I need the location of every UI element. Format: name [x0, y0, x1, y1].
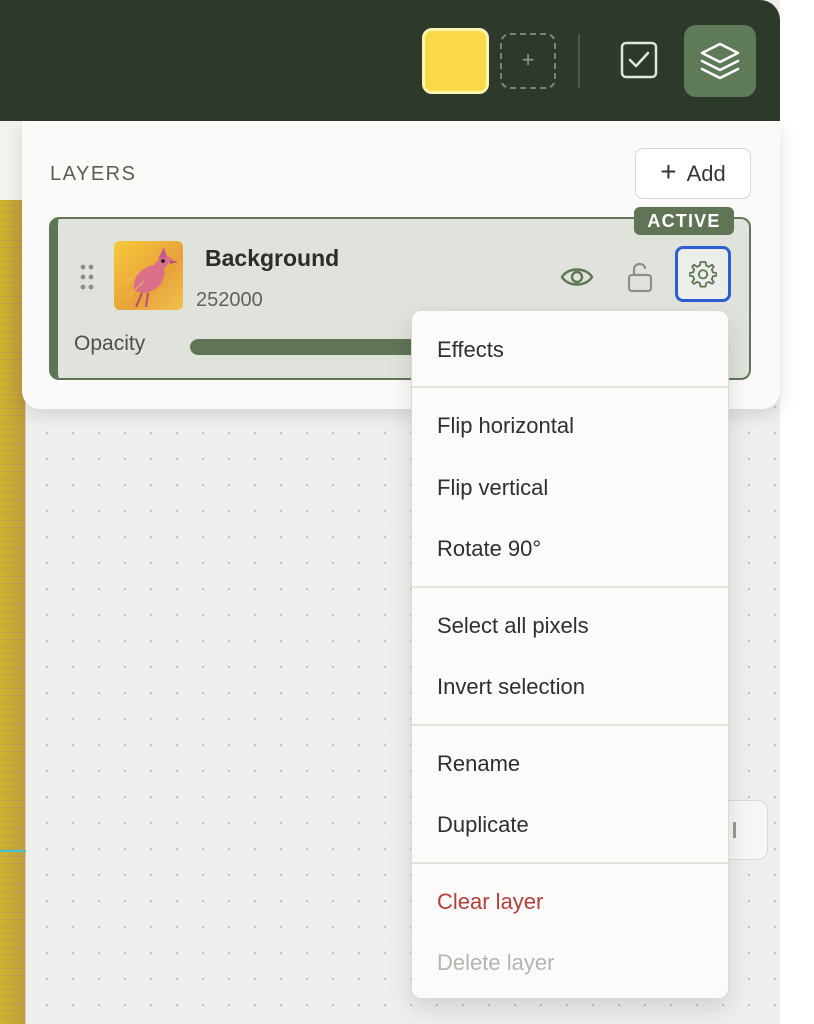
widget-handle-icon [733, 822, 736, 838]
add-layer-label: Add [686, 160, 726, 186]
eye-icon[interactable] [560, 263, 594, 291]
layer-context-menu: Effects Flip horizontal Flip vertical Ro… [411, 310, 729, 999]
menu-item-delete-layer: Delete layer [437, 950, 555, 975]
toolbar-divider [578, 34, 580, 88]
plus-icon: + [660, 156, 677, 187]
menu-item-rotate[interactable]: Rotate 90° [437, 536, 541, 562]
opacity-label: Opacity [74, 332, 146, 355]
check-square-icon [620, 41, 658, 79]
menu-item-flip-horizontal[interactable]: Flip horizontal [437, 413, 574, 439]
menu-separator [412, 862, 728, 864]
layers-icon [700, 42, 740, 80]
menu-item-flip-vertical[interactable]: Flip vertical [437, 475, 548, 501]
menu-item-rename[interactable]: Rename [437, 751, 520, 777]
menu-item-duplicate[interactable]: Duplicate [437, 812, 529, 838]
active-badge: ACTIVE [634, 207, 734, 235]
gear-icon [689, 261, 717, 288]
color-swatch[interactable] [422, 28, 489, 94]
top-toolbar: + [0, 0, 780, 121]
unlock-icon[interactable] [625, 259, 655, 293]
menu-separator [412, 386, 728, 388]
menu-separator [412, 586, 728, 588]
check-button[interactable] [607, 28, 671, 92]
menu-item-clear-layer[interactable]: Clear layer [437, 889, 543, 915]
layers-button[interactable] [684, 25, 756, 97]
bird-thumbnail-image [121, 247, 178, 308]
menu-separator [412, 724, 728, 726]
menu-item-invert-selection[interactable]: Invert selection [437, 674, 585, 700]
layer-name: Background [205, 245, 340, 271]
add-layer-button[interactable]: + Add [635, 148, 751, 199]
menu-item-effects[interactable]: Effects [437, 337, 504, 363]
guide-line [0, 850, 26, 852]
layer-settings-button[interactable] [675, 246, 731, 302]
layer-thumbnail [114, 241, 183, 310]
add-swatch-button[interactable]: + [500, 33, 556, 89]
layer-size: 252000 [196, 289, 263, 311]
menu-item-select-all[interactable]: Select all pixels [437, 613, 589, 639]
drag-handle-icon[interactable] [78, 262, 96, 292]
panel-title: LAYERS [50, 163, 137, 185]
